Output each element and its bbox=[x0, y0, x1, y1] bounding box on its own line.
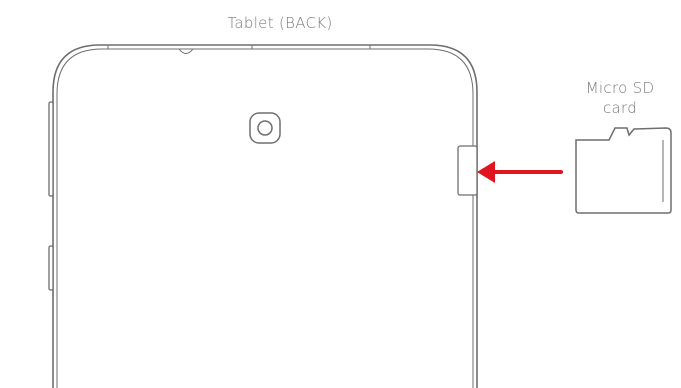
insert-arrow-icon bbox=[477, 161, 563, 183]
volume-button bbox=[48, 101, 54, 197]
tablet-inner-outline bbox=[56, 48, 474, 388]
micro-sd-card-icon bbox=[575, 127, 672, 214]
tablet-top-notch bbox=[178, 48, 194, 54]
tablet-outer-outline bbox=[52, 44, 478, 388]
side-buttons bbox=[48, 101, 54, 291]
power-button bbox=[48, 245, 54, 291]
tablet-body bbox=[52, 44, 478, 388]
tablet-diagram bbox=[48, 44, 672, 388]
camera-lens-icon bbox=[249, 112, 281, 144]
sd-card-slot bbox=[457, 145, 478, 196]
